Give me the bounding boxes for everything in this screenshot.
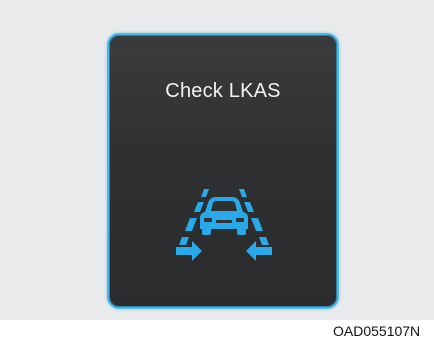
cluster-display-panel: Check LKAS (107, 33, 339, 309)
figure-code-label: OAD055107N (333, 323, 421, 339)
right-lane-marking-lower (259, 237, 269, 245)
left-lane-marking-lower (179, 237, 189, 245)
warning-message: Check LKAS (165, 80, 281, 102)
lane-keeping-assist-icon (176, 189, 272, 261)
